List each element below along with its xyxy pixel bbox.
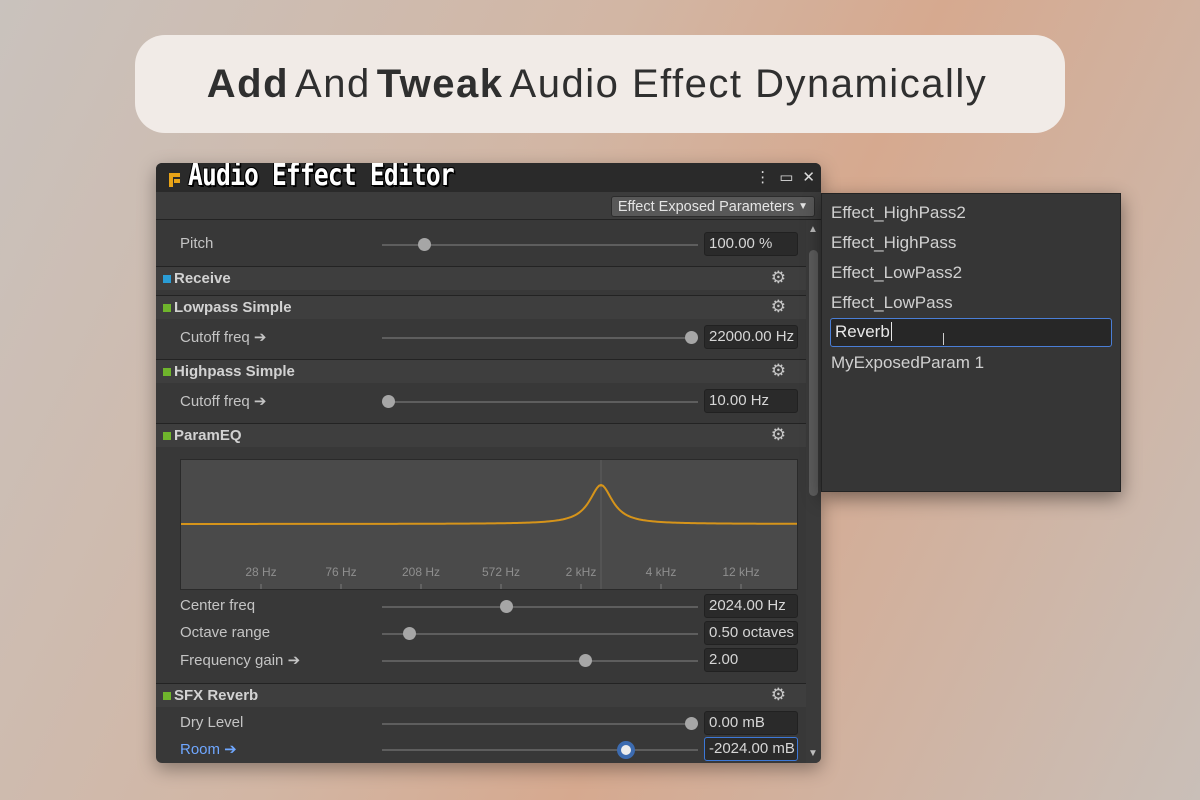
center-freq-field[interactable]: 2024.00 Hz [704, 594, 798, 618]
popup-item-effect-lowpass2[interactable]: Effect_LowPass2 [831, 263, 962, 283]
headline-rest: Audio Effect Dynamically [509, 61, 988, 106]
center-freq-slider[interactable] [382, 600, 698, 613]
frequency-gain-label: Frequency gain ➔ [180, 652, 301, 669]
audio-effect-editor-window: Audio Effect Editor ⋮ ▭ ✕ Effect Exposed… [156, 163, 821, 763]
eq-response-graph: 28 Hz 76 Hz 208 Hz 572 Hz 2 kHz 4 kHz 12 kHz [180, 459, 798, 590]
eq-freq-label: 4 kHz [646, 565, 677, 579]
sfx-reverb-title: SFX Reverb [174, 687, 259, 704]
frequency-gain-slider[interactable] [382, 654, 698, 667]
window-title: Audio Effect Editor [188, 163, 455, 193]
rename-input-text: Reverb [835, 322, 890, 341]
dry-level-field[interactable]: 0.00 mB [704, 711, 798, 735]
eq-response-curve [181, 483, 797, 525]
kebab-menu-icon[interactable]: ⋮ [755, 168, 770, 186]
close-icon[interactable]: ✕ [802, 168, 815, 186]
eq-freq-label: 28 Hz [245, 565, 276, 579]
toolbar: Effect Exposed Parameters ▼ [156, 192, 821, 220]
gear-icon[interactable]: ⚙ [771, 268, 786, 288]
highpass-cutoff-thumb[interactable] [382, 395, 395, 408]
center-freq-thumb[interactable] [500, 600, 514, 613]
popup-item-effect-highpass[interactable]: Effect_HighPass [831, 233, 956, 253]
frequency-gain-thumb[interactable] [578, 654, 592, 667]
eq-freq-label: 2 kHz [566, 565, 597, 579]
section-highpass-simple[interactable]: Highpass Simple ⚙ [156, 359, 806, 383]
pitch-slider[interactable] [382, 238, 698, 251]
scroll-down-icon[interactable]: ▼ [808, 748, 818, 759]
octave-range-slider[interactable] [382, 627, 698, 640]
headline-word-and: And [295, 61, 371, 106]
pitch-field[interactable]: 100.00 % [704, 232, 798, 256]
highpass-title: Highpass Simple [174, 363, 295, 380]
eq-freq-label: 76 Hz [325, 565, 356, 579]
ibeam-cursor-icon [943, 333, 944, 345]
lowpass-title: Lowpass Simple [174, 299, 292, 316]
eq-freq-label: 572 Hz [482, 565, 520, 579]
popup-item-effect-lowpass[interactable]: Effect_LowPass [831, 293, 953, 313]
chevron-down-icon: ▼ [798, 201, 808, 212]
receive-title: Receive [174, 270, 231, 287]
eq-freq-label: 208 Hz [402, 565, 440, 579]
dry-level-label: Dry Level [180, 714, 244, 731]
room-thumb[interactable] [617, 741, 636, 759]
highpass-cutoff-field[interactable]: 10.00 Hz [704, 389, 798, 413]
section-parameq[interactable]: ParamEQ ⚙ [156, 423, 806, 447]
highpass-cutoff-slider[interactable] [382, 395, 698, 408]
octave-range-label: Octave range [180, 624, 271, 641]
dry-level-slider[interactable] [382, 717, 698, 730]
scroll-up-icon[interactable]: ▲ [808, 224, 818, 235]
lowpass-cutoff-slider[interactable] [382, 331, 698, 344]
lowpass-cutoff-field[interactable]: 22000.00 Hz [704, 325, 798, 349]
receive-marker [163, 275, 171, 283]
pitch-label: Pitch [180, 235, 214, 252]
title-bar[interactable]: Audio Effect Editor ⋮ ▭ ✕ [156, 163, 821, 193]
octave-range-field[interactable]: 0.50 octaves [704, 621, 798, 645]
exposed-parameters-popup: Effect_HighPass2 Effect_HighPass Effect_… [821, 193, 1121, 492]
headline-word-add: Add [206, 61, 290, 106]
section-lowpass-simple[interactable]: Lowpass Simple ⚙ [156, 295, 806, 319]
gear-icon[interactable]: ⚙ [771, 297, 786, 317]
gear-icon[interactable]: ⚙ [771, 425, 786, 445]
logo-icon [169, 173, 180, 187]
lowpass-cutoff-label: Cutoff freq ➔ [180, 329, 267, 346]
section-receive[interactable]: Receive ⚙ [156, 266, 806, 290]
text-caret [890, 322, 892, 341]
headline-banner: Add And Tweak Audio Effect Dynamically [135, 35, 1065, 133]
highpass-cutoff-label: Cutoff freq ➔ [180, 393, 267, 410]
lowpass-marker [163, 304, 171, 312]
popup-item-myexposedparam1[interactable]: MyExposedParam 1 [831, 353, 984, 373]
lowpass-cutoff-thumb[interactable] [685, 331, 698, 344]
room-field[interactable]: -2024.00 mB [704, 737, 798, 761]
rename-input[interactable]: Reverb [830, 318, 1112, 347]
room-slider[interactable] [382, 741, 698, 759]
eq-response-svg: 28 Hz 76 Hz 208 Hz 572 Hz 2 kHz 4 kHz 12 kHz [181, 460, 797, 589]
octave-range-thumb[interactable] [403, 627, 417, 640]
gear-icon[interactable]: ⚙ [771, 685, 786, 705]
dry-level-thumb[interactable] [685, 717, 698, 730]
parameq-marker [163, 432, 171, 440]
dropdown-label: Effect Exposed Parameters [617, 198, 795, 215]
frequency-gain-field[interactable]: 2.00 [704, 648, 798, 672]
gear-icon[interactable]: ⚙ [771, 361, 786, 381]
effect-exposed-parameters-dropdown[interactable]: Effect Exposed Parameters ▼ [610, 196, 815, 217]
highpass-marker [163, 368, 171, 376]
pitch-slider-thumb[interactable] [418, 238, 432, 251]
room-label: Room ➔ [180, 741, 237, 758]
section-sfx-reverb[interactable]: SFX Reverb ⚙ [156, 683, 806, 707]
eq-freq-label: 12 kHz [722, 565, 759, 579]
popup-item-effect-highpass2[interactable]: Effect_HighPass2 [831, 203, 966, 223]
parameq-title: ParamEQ [174, 427, 242, 444]
sfx-reverb-marker [163, 692, 171, 700]
vertical-scrollbar[interactable]: ▲ ▼ [806, 220, 821, 763]
scrollbar-thumb[interactable] [809, 250, 818, 496]
headline-word-tweak: Tweak [376, 61, 504, 106]
center-freq-label: Center freq [180, 597, 256, 614]
maximize-icon[interactable]: ▭ [779, 168, 793, 186]
effect-list: Pitch 100.00 % Receive ⚙ Lowpass Simple … [156, 220, 806, 763]
